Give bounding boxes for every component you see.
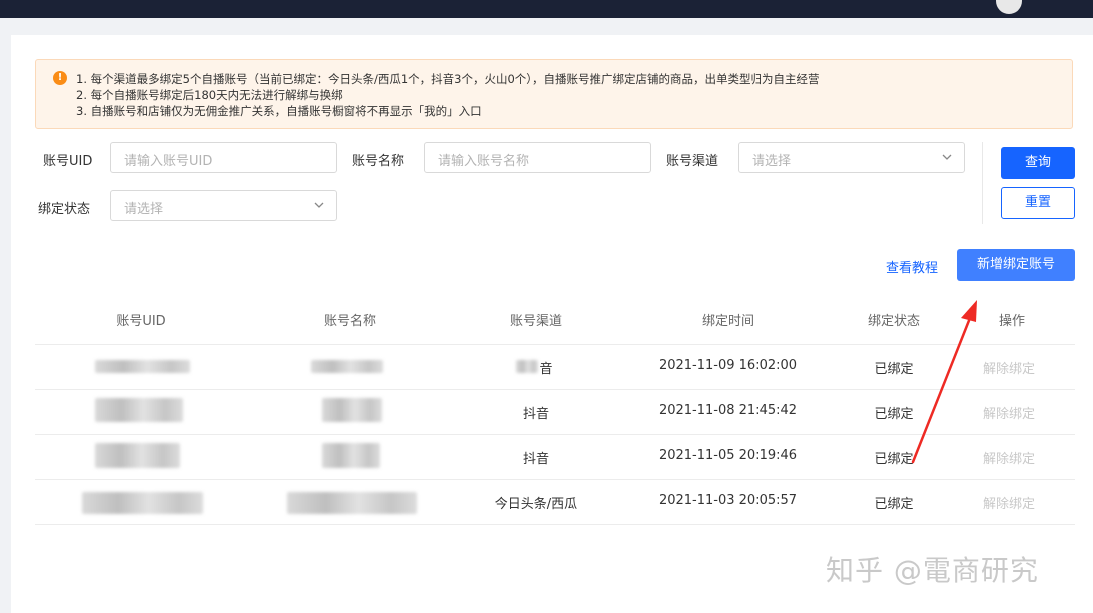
annotation-arrow-icon [911,300,977,464]
watermark: 知乎 @電商研究 [826,554,1039,587]
